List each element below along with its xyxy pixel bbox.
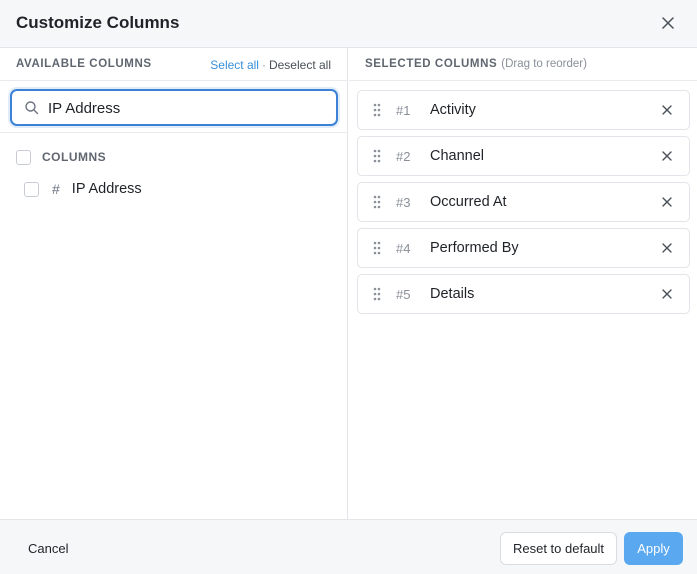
selected-columns-title: SELECTED COLUMNS (Drag to reorder) xyxy=(365,58,587,70)
available-column-item[interactable]: # IP Address xyxy=(24,180,142,198)
select-all-link[interactable]: Select all xyxy=(210,58,259,72)
group-label: COLUMNS xyxy=(42,150,107,164)
dialog-footer: Cancel Reset to default Apply xyxy=(0,519,697,574)
drag-handle-icon[interactable] xyxy=(373,241,381,255)
column-label: Performed By xyxy=(430,240,519,256)
drag-handle-icon[interactable] xyxy=(373,149,381,163)
remove-icon[interactable] xyxy=(661,196,673,208)
selected-column-item[interactable]: #5 Details xyxy=(357,274,690,314)
column-position: #3 xyxy=(396,195,411,210)
divider xyxy=(0,132,348,133)
remove-icon[interactable] xyxy=(661,150,673,162)
column-label: Occurred At xyxy=(430,194,507,210)
column-label: IP Address xyxy=(71,181,142,197)
column-label: Activity xyxy=(430,102,476,118)
remove-icon[interactable] xyxy=(661,104,673,116)
dialog-header: Customize Columns xyxy=(0,0,697,48)
column-position: #2 xyxy=(396,149,411,164)
apply-button[interactable]: Apply xyxy=(624,532,683,565)
column-position: #5 xyxy=(396,287,411,302)
cancel-button[interactable]: Cancel xyxy=(28,541,68,556)
column-checkbox[interactable] xyxy=(24,181,39,197)
selected-column-item[interactable]: #2 Channel xyxy=(357,136,690,176)
reorder-hint: (Drag to reorder) xyxy=(501,58,587,70)
group-checkbox[interactable] xyxy=(16,149,31,165)
dialog-body: AVAILABLE COLUMNS Select all · Deselect al… xyxy=(0,48,697,519)
remove-icon[interactable] xyxy=(661,242,673,254)
drag-handle-icon[interactable] xyxy=(373,287,381,301)
remove-icon[interactable] xyxy=(661,288,673,300)
search-input[interactable] xyxy=(48,96,328,120)
separator-dot: · xyxy=(261,58,266,72)
reset-to-default-button[interactable]: Reset to default xyxy=(500,532,617,565)
search-box[interactable] xyxy=(10,89,338,126)
selected-column-item[interactable]: #4 Performed By xyxy=(357,228,690,268)
selected-column-item[interactable]: #3 Occurred At xyxy=(357,182,690,222)
selection-actions: Select all · Deselect all xyxy=(210,58,331,72)
selected-columns-title-text: SELECTED COLUMNS xyxy=(365,58,498,70)
available-columns-panel: AVAILABLE COLUMNS Select all · Deselect al… xyxy=(0,48,348,519)
deselect-all-link[interactable]: Deselect all xyxy=(269,58,331,72)
drag-handle-icon[interactable] xyxy=(373,195,381,209)
dialog-title: Customize Columns xyxy=(16,13,180,32)
selected-column-item[interactable]: #1 Activity xyxy=(357,90,690,130)
search-icon xyxy=(25,101,39,115)
available-columns-title: AVAILABLE COLUMNS xyxy=(16,58,152,70)
available-columns-header: AVAILABLE COLUMNS Select all · Deselect al… xyxy=(0,48,347,81)
hash-icon: # xyxy=(52,181,60,197)
columns-group-row[interactable]: COLUMNS xyxy=(16,149,106,165)
close-icon[interactable] xyxy=(659,14,677,32)
drag-handle-icon[interactable] xyxy=(373,103,381,117)
column-label: Details xyxy=(430,286,475,302)
selected-columns-panel: SELECTED COLUMNS (Drag to reorder) #1 Act… xyxy=(349,48,697,519)
column-position: #4 xyxy=(396,241,411,256)
selected-columns-list: #1 Activity #2 Channel #3 Occurred At #4… xyxy=(357,90,690,320)
selected-columns-header: SELECTED COLUMNS (Drag to reorder) xyxy=(349,48,697,81)
column-label: Channel xyxy=(430,148,485,164)
column-position: #1 xyxy=(396,103,411,118)
